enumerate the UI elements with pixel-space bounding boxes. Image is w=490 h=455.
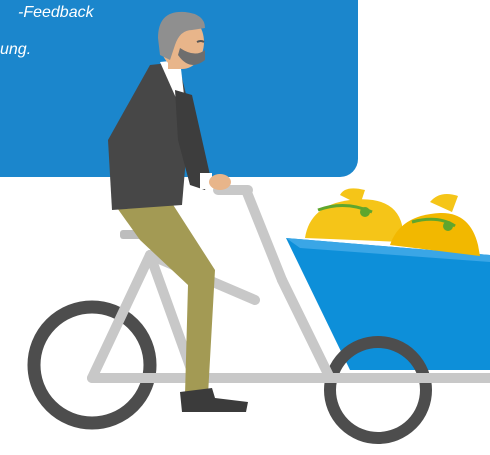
rear-wheel	[27, 300, 157, 430]
cargo-bike-rider-illustration	[27, 11, 490, 444]
rider-torso	[108, 60, 231, 210]
rider-head	[158, 11, 205, 69]
